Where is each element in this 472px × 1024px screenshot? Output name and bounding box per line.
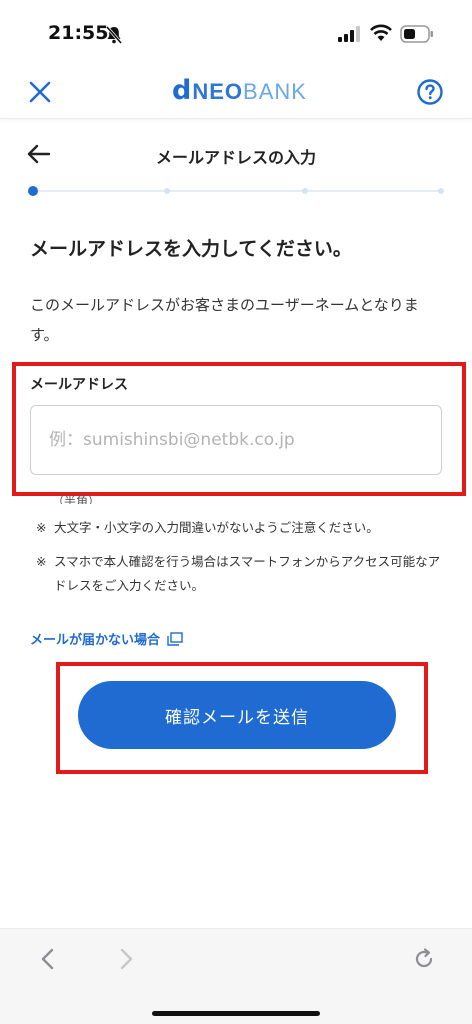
screen: 21:55 d NEOBANK メールアドレスの入力 メールアドレスを入力してく… [0, 0, 472, 1024]
logo-bank: BANK [243, 79, 307, 104]
step-progress [28, 186, 444, 196]
wifi-icon [370, 24, 392, 41]
email-not-received-link[interactable]: メールが届かない場合 [30, 629, 183, 648]
description-text: このメールアドレスがお客さまのユーザーネームとなります。 [30, 296, 419, 344]
page-header: メールアドレスの入力 [0, 132, 472, 176]
browser-toolbar [0, 928, 472, 1024]
progress-step-3 [302, 188, 308, 194]
status-time: 21:55 [48, 22, 109, 44]
dneobank-logo: d NEOBANK [172, 76, 307, 106]
page-title: メールアドレスの入力 [155, 148, 316, 167]
app-header: d NEOBANK [0, 64, 472, 119]
battery-icon [400, 25, 433, 43]
email-not-received-label: メールが届かない場合 [30, 633, 161, 648]
halfwidth-hint: （半角） [52, 494, 101, 504]
note-item: ※ 大文字・小文字の入力間違いがないようご注意ください。 [36, 516, 448, 540]
progress-step-4 [438, 188, 444, 194]
progress-step-2 [164, 188, 170, 194]
reload-icon[interactable] [412, 947, 436, 971]
progress-step-1 [28, 186, 38, 196]
status-bar: 21:55 [0, 0, 472, 64]
close-icon[interactable] [26, 78, 54, 106]
note-item: ※ スマホで本人確認を行う場合はスマートフォンからアクセス可能なアドレスをご入力… [36, 550, 448, 598]
logo-d: d [172, 75, 192, 106]
note-mark: ※ [36, 554, 47, 569]
email-field-label: メールアドレス [30, 377, 128, 393]
email-input[interactable] [30, 405, 442, 475]
chevron-left-icon[interactable] [38, 947, 58, 971]
send-confirmation-email-button[interactable]: 確認メールを送信 [78, 681, 396, 749]
external-window-icon [167, 631, 183, 646]
question-circle-icon[interactable] [416, 78, 444, 106]
main-heading: メールアドレスを入力してください。 [30, 238, 352, 260]
note-text: 大文字・小文字の入力間違いがないようご注意ください。 [54, 520, 379, 535]
logo-neo: NEO [192, 79, 244, 104]
logo-wordmark: NEOBANK [192, 77, 307, 107]
cellular-signal-icon [338, 26, 360, 42]
bell-slash-icon [106, 26, 122, 44]
progress-line [30, 190, 444, 192]
chevron-right-icon[interactable] [116, 947, 136, 971]
note-text: スマホで本人確認を行う場合はスマートフォンからアクセス可能なアドレスをご入力くだ… [54, 554, 441, 593]
home-indicator [152, 1011, 320, 1016]
note-mark: ※ [36, 520, 47, 535]
